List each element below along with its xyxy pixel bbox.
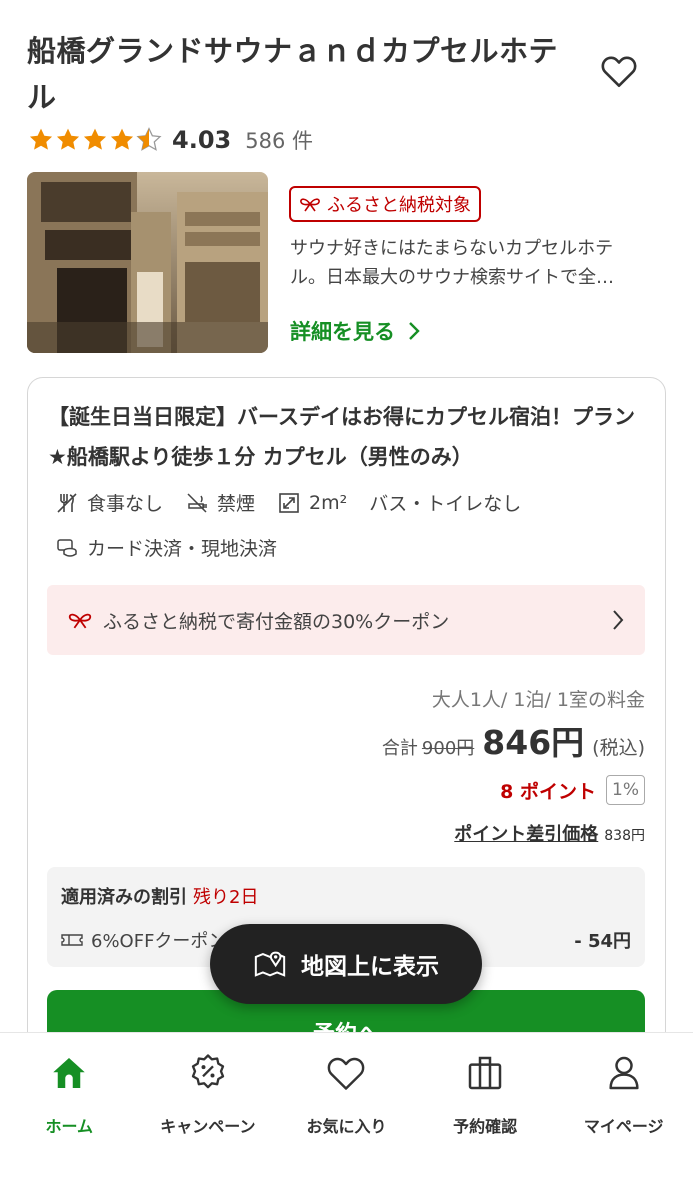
payment-label: カード決済・現地決済: [87, 538, 278, 560]
hotel-building-photo: [27, 172, 268, 353]
booking-bag-icon: [463, 1051, 507, 1095]
star-full-icon: [83, 128, 107, 150]
review-count[interactable]: 586 件: [245, 125, 313, 155]
nav-label: キャンペーン: [160, 1117, 256, 1136]
chevron-right-icon: [613, 610, 624, 630]
furusato-coupon-banner[interactable]: ふるさと納税で寄付金額の30%クーポン: [47, 585, 645, 655]
plan-title[interactable]: 【誕生日当日限定】バースデイはお得にカプセル宿泊！プラン★船橋駅より徒歩１分 カ…: [48, 397, 652, 477]
total-label: 合計: [381, 738, 418, 759]
map-button-label: 地図上に表示: [301, 954, 439, 980]
description-line: サウナ好きにはたまらないカプセルホテ: [290, 238, 614, 259]
rating-row: 4.03 586 件: [28, 122, 313, 158]
nav-label: お気に入り: [306, 1117, 387, 1136]
chevron-right-icon: [409, 322, 420, 340]
badge-label: ふるさと納税対象: [327, 195, 471, 216]
points-row: 8 ポイント 1%: [500, 775, 645, 805]
plan-features: 食事なし 禁煙 2m² バス・トイレなし: [55, 489, 521, 516]
nav-label: 予約確認: [453, 1117, 518, 1136]
no-smoking-icon: [185, 491, 209, 515]
no-meal-icon: [55, 491, 79, 515]
ribbon-icon: [300, 198, 320, 212]
nav-bookings[interactable]: 予約確認: [416, 1033, 555, 1200]
star-full-icon: [29, 128, 53, 150]
meal-label: 食事なし: [87, 493, 164, 515]
star-half-icon: [136, 127, 162, 151]
coupon-ticket-icon: [61, 934, 83, 946]
heart-icon: [324, 1051, 368, 1095]
payment-row: カード決済・現地決済: [55, 534, 277, 561]
person-icon: [602, 1051, 646, 1095]
applied-coupon-name: 6%OFFクーポン: [91, 931, 227, 952]
applied-discount-title: 適用済みの割引 残り2日: [61, 883, 258, 909]
bottom-navigation: ホーム キャンペーン お気に入り 予約確認 マイページ: [0, 1032, 693, 1200]
campaign-percent-icon: [186, 1051, 230, 1095]
description-line: ル。日本最大のサウナ検索サイトで全…: [290, 267, 614, 288]
bath-label: バス・トイレなし: [369, 493, 522, 515]
smoking-label: 禁煙: [217, 493, 256, 515]
area-label: 2m²: [309, 491, 348, 514]
star-rating: [28, 127, 162, 153]
details-link-label: 詳細を見る: [290, 320, 395, 344]
applied-coupon-line: 6%OFFクーポン: [61, 927, 226, 953]
hotel-photo[interactable]: [27, 172, 268, 353]
ribbon-icon: [68, 613, 92, 629]
tax-label: (税込): [592, 737, 645, 759]
hotel-title: 船橋グランドサウナａｎｄカプセルホテル: [27, 34, 559, 114]
point-discount-value: 838円: [604, 828, 645, 844]
points-value: 8 ポイント: [500, 780, 597, 803]
hotel-description: サウナ好きにはたまらないカプセルホテ ル。日本最大のサウナ検索サイトで全…: [290, 234, 662, 292]
star-full-icon: [56, 128, 80, 150]
home-icon: [47, 1051, 91, 1095]
map-icon: [254, 951, 286, 977]
room-size-icon: [277, 491, 301, 515]
details-link[interactable]: 詳細を見る: [290, 316, 421, 346]
point-discount-row: ポイント差引価格 838円: [454, 820, 645, 846]
nav-mypage[interactable]: マイページ: [554, 1033, 693, 1200]
favorite-button[interactable]: [598, 50, 640, 92]
hotel-detail-page: 船橋グランドサウナａｎｄカプセルホテル 4.03 586 件 ふるさと納税対象 …: [0, 0, 693, 1200]
applied-title-label: 適用済みの割引: [61, 887, 187, 908]
nav-favorites[interactable]: お気に入り: [277, 1033, 416, 1200]
show-on-map-button[interactable]: 地図上に表示: [210, 924, 482, 1004]
rating-score: 4.03: [172, 126, 232, 154]
applied-discount-amount: - 54円: [574, 931, 631, 952]
remaining-days: 残り2日: [193, 887, 259, 908]
nav-home[interactable]: ホーム: [0, 1033, 139, 1200]
furusato-badge: ふるさと納税対象: [289, 186, 481, 222]
heart-icon: [601, 56, 637, 87]
price-condition: 大人1人/ 1泊/ 1室の料金: [431, 689, 645, 711]
star-full-icon: [110, 128, 134, 150]
points-rate-badge: 1%: [606, 775, 645, 805]
nav-campaign[interactable]: キャンペーン: [139, 1033, 278, 1200]
original-price: 900円: [421, 738, 475, 759]
coupon-banner-label: ふるさと納税で寄付金額の30%クーポン: [103, 610, 450, 633]
point-discount-link[interactable]: ポイント差引価格: [454, 820, 598, 846]
nav-label: ホーム: [45, 1117, 94, 1136]
current-price: 846円: [482, 723, 585, 762]
payment-coins-icon: [55, 536, 79, 560]
price-row: 合計 900円 846円 (税込): [382, 716, 645, 764]
nav-label: マイページ: [583, 1117, 664, 1136]
